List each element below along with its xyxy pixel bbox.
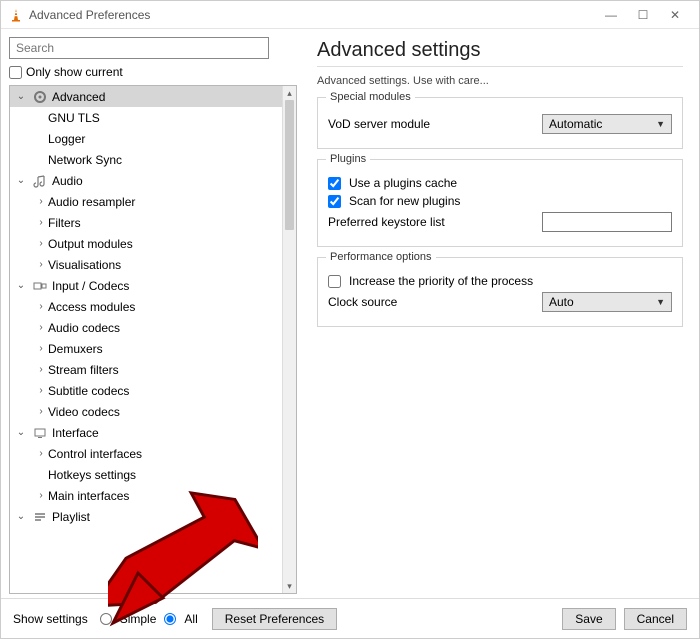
tree-item-main-interfaces[interactable]: ›Main interfaces: [10, 485, 282, 506]
tree-item-playlist[interactable]: ⌄ Playlist: [10, 506, 282, 527]
clock-source-label: Clock source: [328, 295, 508, 309]
all-label: All: [184, 612, 197, 626]
scroll-down-icon[interactable]: ▾: [283, 579, 296, 593]
page-title: Advanced settings: [317, 39, 683, 62]
left-panel: Only show current ⌄ Advanced GNU TLS Log…: [1, 29, 301, 598]
chevron-down-icon[interactable]: ⌄: [14, 91, 28, 102]
chevron-down-icon[interactable]: ⌄: [14, 511, 28, 522]
tree-item-control-interfaces[interactable]: ›Control interfaces: [10, 443, 282, 464]
scan-new-plugins-checkbox[interactable]: [328, 195, 341, 208]
tree-item-hotkeys-settings[interactable]: Hotkeys settings: [10, 464, 282, 485]
reset-preferences-button[interactable]: Reset Preferences: [212, 608, 337, 630]
playlist-icon: [32, 509, 48, 525]
settings-tree: ⌄ Advanced GNU TLS Logger Network Sync ⌄…: [9, 85, 297, 594]
use-plugins-cache-label: Use a plugins cache: [349, 176, 457, 190]
chevron-down-icon[interactable]: ⌄: [14, 175, 28, 186]
cancel-button[interactable]: Cancel: [624, 608, 687, 630]
tree-item-logger[interactable]: Logger: [10, 128, 282, 149]
tree-item-label: Advanced: [52, 90, 105, 104]
tree-item-audio[interactable]: ⌄ Audio: [10, 170, 282, 191]
chevron-right-icon[interactable]: ›: [34, 217, 48, 228]
simple-radio[interactable]: [100, 613, 112, 625]
tree-item-stream-filters[interactable]: ›Stream filters: [10, 359, 282, 380]
chevron-right-icon[interactable]: ›: [34, 364, 48, 375]
titlebar: Advanced Preferences — ☐ ✕: [1, 1, 699, 29]
simple-label: Simple: [120, 612, 157, 626]
keystore-label: Preferred keystore list: [328, 215, 508, 229]
audio-icon: [32, 173, 48, 189]
show-settings-label: Show settings: [13, 612, 88, 626]
tree-item-video-codecs[interactable]: ›Video codecs: [10, 401, 282, 422]
divider: [317, 66, 683, 67]
close-button[interactable]: ✕: [659, 3, 691, 27]
chevron-down-icon[interactable]: ⌄: [14, 427, 28, 438]
tree-item-visualisations[interactable]: ›Visualisations: [10, 254, 282, 275]
chevron-right-icon[interactable]: ›: [34, 343, 48, 354]
scan-new-plugins-label: Scan for new plugins: [349, 194, 460, 208]
group-title: Plugins: [326, 153, 370, 165]
select-value: Automatic: [549, 117, 602, 131]
keystore-input[interactable]: [542, 212, 672, 232]
chevron-right-icon[interactable]: ›: [34, 406, 48, 417]
vlc-cone-icon: [9, 8, 23, 22]
tree-item-input-codecs[interactable]: ⌄ Input / Codecs: [10, 275, 282, 296]
right-panel: Advanced settings Advanced settings. Use…: [301, 29, 699, 598]
interface-icon: [32, 425, 48, 441]
tree-item-output-modules[interactable]: ›Output modules: [10, 233, 282, 254]
tree-item-gnu-tls[interactable]: GNU TLS: [10, 107, 282, 128]
chevron-right-icon[interactable]: ›: [34, 196, 48, 207]
tree-item-audio-codecs[interactable]: ›Audio codecs: [10, 317, 282, 338]
group-title: Performance options: [326, 251, 436, 263]
chevron-right-icon[interactable]: ›: [34, 385, 48, 396]
tree-item-demuxers[interactable]: ›Demuxers: [10, 338, 282, 359]
chevron-right-icon[interactable]: ›: [34, 301, 48, 312]
group-plugins: Plugins Use a plugins cache Scan for new…: [317, 159, 683, 247]
chevron-right-icon[interactable]: ›: [34, 448, 48, 459]
tree-item-network-sync[interactable]: Network Sync: [10, 149, 282, 170]
increase-priority-checkbox[interactable]: [328, 275, 341, 288]
tree-item-interface[interactable]: ⌄ Interface: [10, 422, 282, 443]
chevron-right-icon[interactable]: ›: [34, 322, 48, 333]
window-title: Advanced Preferences: [29, 8, 595, 22]
all-radio[interactable]: [164, 613, 176, 625]
tree-item-access-modules[interactable]: ›Access modules: [10, 296, 282, 317]
group-special-modules: Special modules VoD server module Automa…: [317, 97, 683, 149]
only-show-current-row[interactable]: Only show current: [9, 65, 297, 79]
scroll-up-icon[interactable]: ▴: [283, 86, 296, 100]
chevron-down-icon: ▼: [656, 119, 665, 129]
chevron-down-icon[interactable]: ⌄: [14, 280, 28, 291]
vod-server-select[interactable]: Automatic ▼: [542, 114, 672, 134]
chevron-right-icon[interactable]: ›: [34, 490, 48, 501]
scroll-thumb[interactable]: [285, 100, 294, 230]
tree-item-subtitle-codecs[interactable]: ›Subtitle codecs: [10, 380, 282, 401]
select-value: Auto: [549, 295, 574, 309]
vod-label: VoD server module: [328, 117, 508, 131]
tree-scrollbar[interactable]: ▴ ▾: [282, 86, 296, 593]
chevron-down-icon: ▼: [656, 297, 665, 307]
chevron-right-icon[interactable]: ›: [34, 259, 48, 270]
tree-item-audio-resampler[interactable]: ›Audio resampler: [10, 191, 282, 212]
codecs-icon: [32, 278, 48, 294]
use-plugins-cache-checkbox[interactable]: [328, 177, 341, 190]
increase-priority-label: Increase the priority of the process: [349, 274, 533, 288]
search-input[interactable]: [9, 37, 269, 59]
maximize-button[interactable]: ☐: [627, 3, 659, 27]
only-show-current-checkbox[interactable]: [9, 66, 22, 79]
group-title: Special modules: [326, 91, 415, 103]
minimize-button[interactable]: —: [595, 3, 627, 27]
tree-item-advanced[interactable]: ⌄ Advanced: [10, 86, 282, 107]
gear-icon: [32, 89, 48, 105]
tree-item-filters[interactable]: ›Filters: [10, 212, 282, 233]
page-subtitle: Advanced settings. Use with care...: [317, 75, 683, 87]
chevron-right-icon[interactable]: ›: [34, 238, 48, 249]
save-button[interactable]: Save: [562, 608, 615, 630]
footer: Show settings Simple All Reset Preferenc…: [1, 598, 699, 638]
only-show-current-label: Only show current: [26, 65, 123, 79]
group-performance: Performance options Increase the priorit…: [317, 257, 683, 327]
clock-source-select[interactable]: Auto ▼: [542, 292, 672, 312]
window-buttons: — ☐ ✕: [595, 3, 691, 27]
